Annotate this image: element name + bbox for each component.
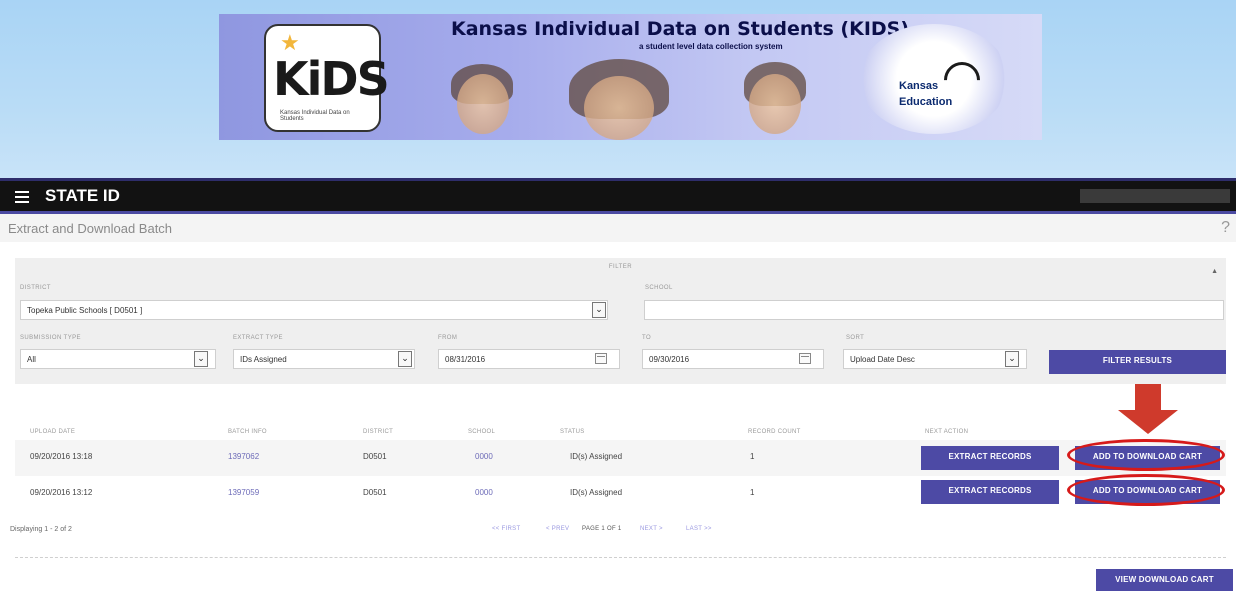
ksde-logo [859,24,1009,134]
kids-logo-subtitle: Kansas Individual Data on Students [280,110,350,122]
col-header-school: SCHOOL [468,429,496,435]
user-menu[interactable] [1080,189,1230,203]
page-indicator: PAGE 1 OF 1 [582,526,622,532]
chevron-down-icon[interactable]: ⌄ [592,302,606,318]
kids-logo: ★ KiDS Kansas Individual Data on Student… [264,24,390,132]
from-date-input[interactable]: 08/31/2016 [438,349,620,369]
highlight-circle [1067,474,1225,506]
prev-page-link[interactable]: < PREV [546,526,569,532]
to-date-input[interactable]: 09/30/2016 [642,349,824,369]
district-label: DISTRICT [20,285,51,291]
banner-area: ★ KiDS Kansas Individual Data on Student… [0,0,1236,178]
ksde-kansas-text: Kansas [899,80,939,92]
extract-type-label: EXTRACT TYPE [233,335,283,341]
red-arrow-head [1118,410,1178,434]
sort-label: SORT [846,335,865,341]
district-select[interactable]: Topeka Public Schools [ D0501 ] [20,300,608,320]
chevron-down-icon[interactable]: ⌄ [398,351,412,367]
record-count-cell: 1 [750,452,755,461]
page-title: Extract and Download Batch [8,221,173,236]
school-input[interactable] [644,300,1224,320]
col-header-status: STATUS [560,429,585,435]
last-page-link[interactable]: LAST >> [686,526,712,532]
highlight-circle [1067,439,1225,471]
table-row: 09/20/2016 13:12 1397059 D0501 0000 ID(s… [15,476,1226,512]
batch-link[interactable]: 1397062 [228,452,259,461]
first-page-link[interactable]: << FIRST [492,526,520,532]
district-cell: D0501 [363,488,387,497]
submission-type-select[interactable]: All [20,349,216,369]
view-download-cart-button[interactable]: VIEW DOWNLOAD CART [1096,569,1233,591]
from-label: FROM [438,335,458,341]
divider [15,557,1226,558]
calendar-icon[interactable] [799,353,811,364]
col-header-next-action: NEXT ACTION [925,429,969,435]
submission-type-label: SUBMISSION TYPE [20,335,81,341]
upload-date-cell: 09/20/2016 13:18 [30,452,93,461]
col-header-upload-date: UPLOAD DATE [30,429,76,435]
top-nav-bar: STATE ID [0,178,1236,214]
filter-results-button[interactable]: FILTER RESULTS [1049,350,1226,374]
extract-type-select[interactable]: IDs Assigned [233,349,415,369]
to-label: TO [642,335,652,341]
nav-title: STATE ID [45,186,120,205]
red-arrow-shaft [1135,384,1161,412]
batch-link[interactable]: 1397059 [228,488,259,497]
school-label: SCHOOL [645,285,673,291]
col-header-batch-info: BATCH INFO [228,429,267,435]
calendar-icon[interactable] [595,353,607,364]
kids-logo-text: KiDS [273,52,390,106]
ksde-education-text: Education [899,96,953,108]
displaying-count: Displaying 1 - 2 of 2 [10,526,72,533]
status-cell: ID(s) Assigned [570,452,623,461]
school-link[interactable]: 0000 [475,488,493,497]
district-cell: D0501 [363,452,387,461]
banner-title: Kansas Individual Data on Students (KIDS… [451,18,910,40]
sort-select[interactable]: Upload Date Desc [843,349,1027,369]
status-cell: ID(s) Assigned [570,488,623,497]
table-row: 09/20/2016 13:18 1397062 D0501 0000 ID(s… [15,440,1226,476]
hamburger-menu-icon[interactable] [15,191,29,203]
filter-title: FILTER [608,264,633,270]
col-header-district: DISTRICT [363,429,394,435]
extract-records-button[interactable]: EXTRACT RECORDS [921,446,1059,470]
extract-records-button[interactable]: EXTRACT RECORDS [921,480,1059,504]
kids-banner: ★ KiDS Kansas Individual Data on Student… [219,14,1042,140]
collapse-icon[interactable]: ▲ [1211,268,1218,275]
help-icon[interactable]: ? [1221,219,1230,237]
chevron-down-icon[interactable]: ⌄ [1005,351,1019,367]
filter-panel: FILTER ▲ DISTRICT Topeka Public Schools … [15,258,1226,384]
page-header: Extract and Download Batch ? [0,214,1236,242]
banner-subtitle: a student level data collection system [639,42,783,51]
school-link[interactable]: 0000 [475,452,493,461]
next-page-link[interactable]: NEXT > [640,526,663,532]
record-count-cell: 1 [750,488,755,497]
student-face-1 [457,74,509,134]
col-header-record-count: RECORD COUNT [748,429,801,435]
student-face-2 [584,76,654,140]
upload-date-cell: 09/20/2016 13:12 [30,488,93,497]
student-face-3 [749,74,801,134]
chevron-down-icon[interactable]: ⌄ [194,351,208,367]
